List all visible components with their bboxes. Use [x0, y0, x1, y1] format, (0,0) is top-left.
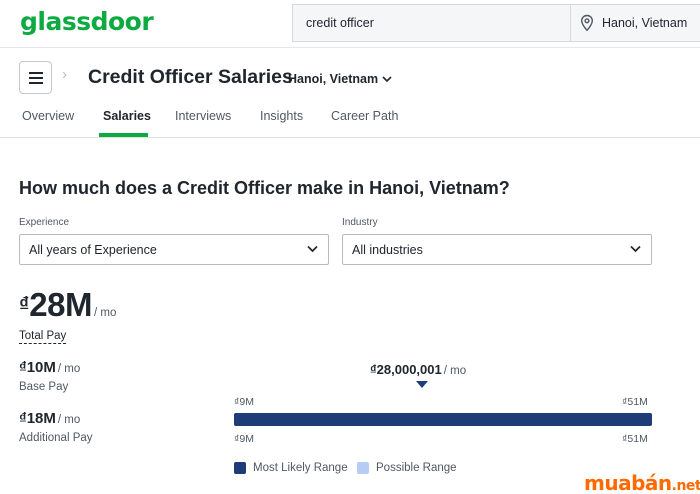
watermark-text: muabán	[584, 471, 672, 494]
per-month-unit: / mo	[443, 365, 467, 377]
median-pay: ₫28,000,001/ mo	[370, 361, 466, 379]
location-dropdown[interactable]: Hanoi, Vietnam	[288, 72, 392, 86]
tab-interviews[interactable]: Interviews	[175, 109, 231, 123]
tab-career-path[interactable]: Career Path	[331, 109, 398, 123]
most-likely-swatch	[234, 462, 246, 474]
search-input[interactable]: credit officer	[292, 4, 570, 42]
menu-icon-bar	[29, 82, 43, 84]
active-tab-indicator	[99, 133, 148, 137]
chevron-down-icon	[630, 245, 641, 253]
range-high-label: ₫51M	[622, 433, 648, 445]
tab-overview[interactable]: Overview	[22, 109, 74, 123]
menu-icon-bar	[29, 77, 43, 79]
watermark-logo: muabán.net	[584, 471, 700, 494]
chevron-right-icon: ›	[62, 66, 67, 83]
base-pay-label: Base Pay	[19, 381, 69, 393]
most-likely-legend: Most Likely Range	[253, 462, 348, 474]
possible-range-legend: Possible Range	[376, 462, 457, 474]
menu-button[interactable]	[19, 61, 52, 94]
additional-pay-value: ₫18M	[19, 410, 56, 427]
location-input[interactable]: Hanoi, Vietnam	[570, 4, 700, 42]
industry-label: Industry	[342, 217, 378, 228]
additional-pay-label: Additional Pay	[19, 432, 93, 444]
total-pay-amount: ₫28M / mo	[19, 286, 116, 324]
experience-label: Experience	[19, 217, 70, 228]
currency-symbol: ₫	[19, 294, 30, 316]
per-month-unit: / mo	[57, 414, 81, 426]
industry-select-value: All industries	[352, 243, 423, 257]
experience-select[interactable]: All years of Experience	[19, 234, 329, 265]
total-pay-value: 28M	[29, 286, 92, 323]
search-input-value: credit officer	[306, 16, 374, 30]
industry-select[interactable]: All industries	[342, 234, 652, 265]
range-low-label: ₫9M	[234, 433, 254, 445]
location-input-value: Hanoi, Vietnam	[602, 16, 688, 30]
chevron-down-icon	[307, 245, 318, 253]
location-dropdown-label: Hanoi, Vietnam	[288, 72, 379, 86]
section-heading: How much does a Credit Officer make in H…	[19, 178, 510, 198]
experience-select-value: All years of Experience	[29, 243, 157, 257]
tab-insights[interactable]: Insights	[260, 109, 303, 123]
range-low-label: ₫9M	[234, 396, 254, 408]
glassdoor-logo[interactable]: glassdoor	[20, 7, 154, 36]
top-bar: glassdoor credit officer Hanoi, Vietnam	[0, 0, 700, 48]
most-likely-range-bar	[234, 413, 652, 426]
chevron-down-icon	[382, 76, 392, 83]
possible-range-swatch	[357, 462, 369, 474]
per-month-unit: / mo	[93, 307, 117, 319]
range-high-label: ₫51M	[622, 396, 648, 408]
tab-salaries[interactable]: Salaries	[103, 109, 151, 123]
page-title: Credit Officer Salaries	[88, 66, 293, 88]
median-marker	[416, 381, 428, 388]
menu-icon	[29, 72, 43, 74]
base-pay-amount: ₫10M / mo	[19, 359, 80, 377]
location-pin-icon	[579, 14, 595, 37]
median-pay-value: ₫28,000,001	[370, 362, 442, 377]
watermark-tld: .net	[671, 478, 700, 494]
additional-pay-amount: ₫18M / mo	[19, 410, 80, 428]
per-month-unit: / mo	[57, 363, 81, 375]
total-pay-label[interactable]: Total Pay	[19, 330, 67, 344]
base-pay-value: ₫10M	[19, 359, 56, 376]
